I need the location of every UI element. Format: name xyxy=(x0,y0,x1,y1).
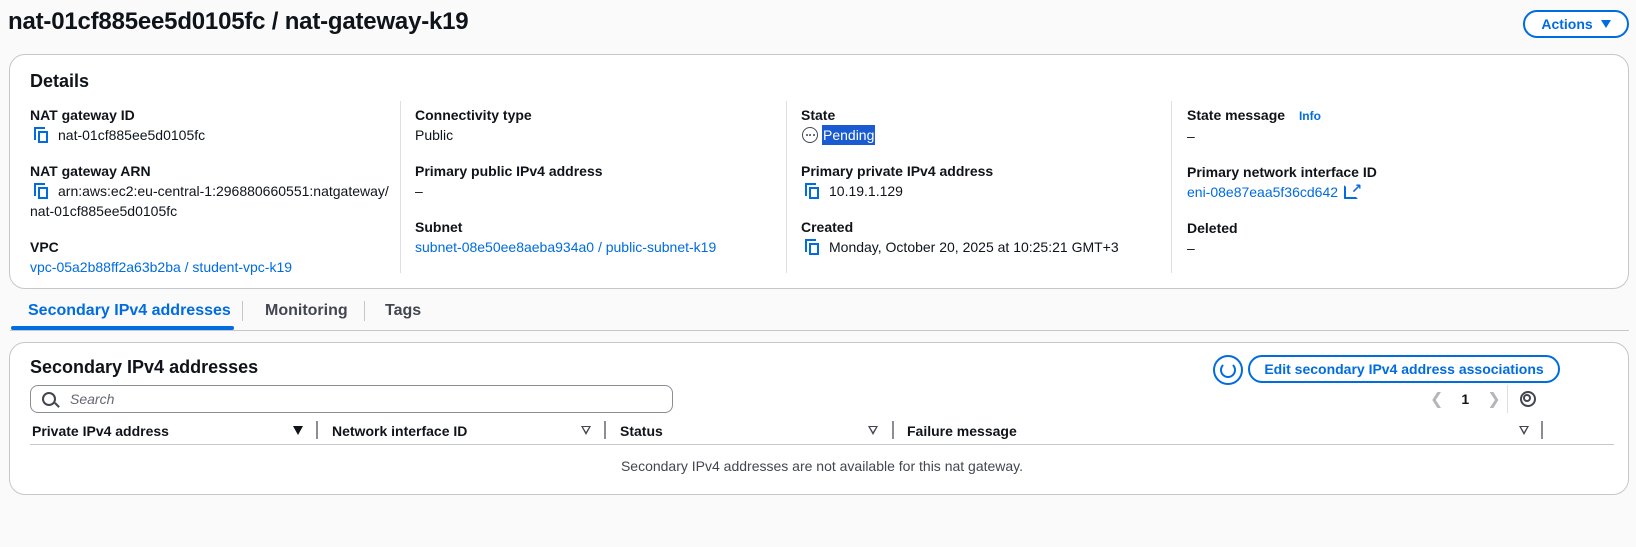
column-resizer[interactable] xyxy=(892,421,894,439)
deleted-value: – xyxy=(1187,240,1195,256)
vpc-label: VPC xyxy=(30,239,59,255)
created-value: Monday, October 20, 2025 at 10:25:21 GMT… xyxy=(829,239,1119,255)
sort-icon[interactable] xyxy=(868,426,878,435)
column-header-network-interface[interactable]: Network interface ID xyxy=(332,423,467,439)
chevron-left-icon[interactable]: ❮ xyxy=(1430,389,1443,409)
secondary-ipv4-panel: Secondary IPv4 addresses Edit secondary … xyxy=(9,342,1629,495)
sort-icon[interactable] xyxy=(581,426,591,435)
nat-gateway-arn-value-line2: nat-01cf885ee5d0105fc xyxy=(30,203,178,219)
column-divider xyxy=(786,101,787,273)
subnet-label: Subnet xyxy=(415,219,463,235)
column-divider xyxy=(400,101,401,273)
column-resizer[interactable] xyxy=(604,421,606,439)
nat-gateway-id-value: nat-01cf885ee5d0105fc xyxy=(58,127,206,143)
state-message-value: – xyxy=(1187,128,1195,144)
caret-down-icon xyxy=(1600,20,1611,28)
created-label: Created xyxy=(801,219,854,235)
column-resizer[interactable] xyxy=(1541,421,1543,439)
primary-private-ipv4-label: Primary private IPv4 address xyxy=(801,163,994,179)
primary-private-ipv4-value: 10.19.1.129 xyxy=(829,183,903,199)
connectivity-type-value: Public xyxy=(415,127,454,143)
state-value: Pending xyxy=(822,125,876,145)
column-header-status[interactable]: Status xyxy=(620,423,663,439)
state-label: State xyxy=(801,107,836,123)
table-header: Private IPv4 address Network interface I… xyxy=(30,419,1614,445)
tab-tags[interactable]: Tags xyxy=(385,299,421,329)
pager-divider xyxy=(1507,385,1508,413)
secondary-ipv4-heading: Secondary IPv4 addresses xyxy=(30,357,259,377)
tab-divider xyxy=(364,301,365,321)
tab-monitoring[interactable]: Monitoring xyxy=(265,299,348,329)
sort-icon[interactable] xyxy=(1519,426,1529,435)
chevron-right-icon[interactable]: ❯ xyxy=(1487,389,1500,409)
primary-eni-label: Primary network interface ID xyxy=(1187,164,1377,180)
details-column-4: State message Info – Primary network int… xyxy=(1187,105,1567,274)
nat-gateway-arn-label: NAT gateway ARN xyxy=(30,163,151,179)
external-link-icon xyxy=(1344,179,1362,199)
edit-secondary-associations-button[interactable]: Edit secondary IPv4 address associations xyxy=(1248,355,1560,383)
primary-public-ipv4-value: – xyxy=(415,183,423,199)
subnet-link[interactable]: subnet-08e50ee8aeba934a0 / public-subnet… xyxy=(415,237,716,257)
tab-secondary-ipv4[interactable]: Secondary IPv4 addresses xyxy=(28,299,231,329)
column-header-failure-message[interactable]: Failure message xyxy=(907,423,1017,439)
search-icon xyxy=(42,392,56,406)
search-input[interactable] xyxy=(70,391,630,407)
actions-button[interactable]: Actions xyxy=(1523,10,1629,38)
tab-divider xyxy=(242,301,243,321)
copy-icon[interactable] xyxy=(34,127,48,143)
nat-gateway-arn-value-line1: arn:aws:ec2:eu-central-1:296880660551:na… xyxy=(58,183,389,199)
search-field[interactable] xyxy=(30,385,673,413)
pagination: ❮ 1 ❯ xyxy=(1430,389,1501,409)
copy-icon[interactable] xyxy=(805,183,819,199)
copy-icon[interactable] xyxy=(34,183,48,199)
info-link[interactable]: Info xyxy=(1299,109,1321,123)
connectivity-type-label: Connectivity type xyxy=(415,107,532,123)
vpc-link[interactable]: vpc-05a2b88ff2a63b2ba / student-vpc-k19 xyxy=(30,257,292,277)
gear-icon[interactable] xyxy=(1520,391,1536,407)
deleted-label: Deleted xyxy=(1187,220,1238,236)
refresh-icon[interactable] xyxy=(1213,355,1243,385)
primary-public-ipv4-label: Primary public IPv4 address xyxy=(415,163,603,179)
sort-desc-icon[interactable] xyxy=(293,426,303,435)
actions-label: Actions xyxy=(1541,16,1593,32)
copy-icon[interactable] xyxy=(805,239,819,255)
column-header-private-ipv4[interactable]: Private IPv4 address xyxy=(32,423,169,439)
state-message-label: State message xyxy=(1187,107,1286,123)
details-column-1: NAT gateway ID nat-01cf885ee5d0105fc NAT… xyxy=(30,105,410,293)
tab-bar: Secondary IPv4 addresses Monitoring Tags xyxy=(10,297,1629,331)
nat-gateway-id-label: NAT gateway ID xyxy=(30,107,135,123)
page-title: nat-01cf885ee5d0105fc / nat-gateway-k19 xyxy=(8,8,469,35)
pending-status-icon xyxy=(802,127,818,143)
column-resizer[interactable] xyxy=(316,421,318,439)
details-heading: Details xyxy=(30,71,90,91)
primary-eni-link[interactable]: eni-08e87eaa5f36cd642 xyxy=(1187,182,1338,202)
empty-state-message: Secondary IPv4 addresses are not availab… xyxy=(620,458,1024,474)
details-panel: Details NAT gateway ID nat-01cf885ee5d01… xyxy=(9,54,1629,289)
active-tab-indicator xyxy=(11,326,234,330)
details-column-3: State Pending Primary private IPv4 addre… xyxy=(801,105,1181,273)
column-divider xyxy=(1171,101,1172,273)
details-column-2: Connectivity type Public Primary public … xyxy=(415,105,795,273)
page-number[interactable]: 1 xyxy=(1461,391,1469,407)
